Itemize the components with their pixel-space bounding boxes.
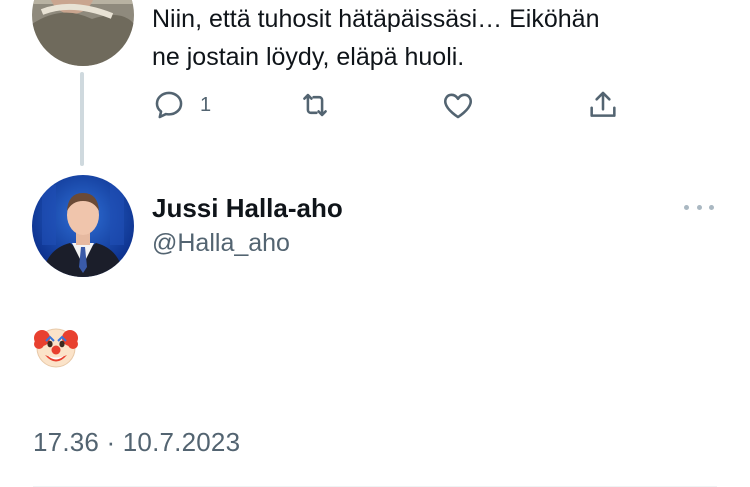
ellipsis-icon-dot [709, 204, 714, 210]
share-button[interactable] [586, 88, 620, 122]
parent-tweet-text-line-1: Niin, että tuhosit hätäpäissäsi… Eiköhän [152, 5, 600, 33]
more-options-button[interactable] [684, 197, 714, 217]
like-button[interactable] [441, 88, 475, 122]
author-handle[interactable]: @Halla_aho [152, 229, 290, 258]
parent-tweet-text-line-2: ne jostain löydy, eläpä huoli. [152, 43, 465, 71]
author-avatar[interactable] [32, 175, 134, 277]
thread-connector-line [80, 72, 84, 166]
share-icon [590, 91, 616, 117]
reply-count: 1 [200, 93, 212, 116]
speech-bubble-icon [155, 91, 183, 119]
retweet-button[interactable] [298, 88, 332, 122]
reply-button[interactable]: 1 [152, 88, 211, 122]
tweet-timestamp[interactable]: 17.36 · 10.7.2023 [33, 427, 240, 458]
heart-icon [444, 93, 472, 119]
parent-tweet-text: Niin, että tuhosit hätäpäissäsi… Eiköhän… [152, 0, 732, 76]
ellipsis-icon-dot [696, 204, 702, 210]
author-name[interactable]: Jussi Halla-aho [152, 193, 343, 224]
ellipsis-icon-dot [684, 204, 689, 210]
parent-avatar[interactable] [32, 0, 134, 66]
clown-face-icon [33, 324, 79, 370]
retweet-icon [303, 93, 327, 117]
